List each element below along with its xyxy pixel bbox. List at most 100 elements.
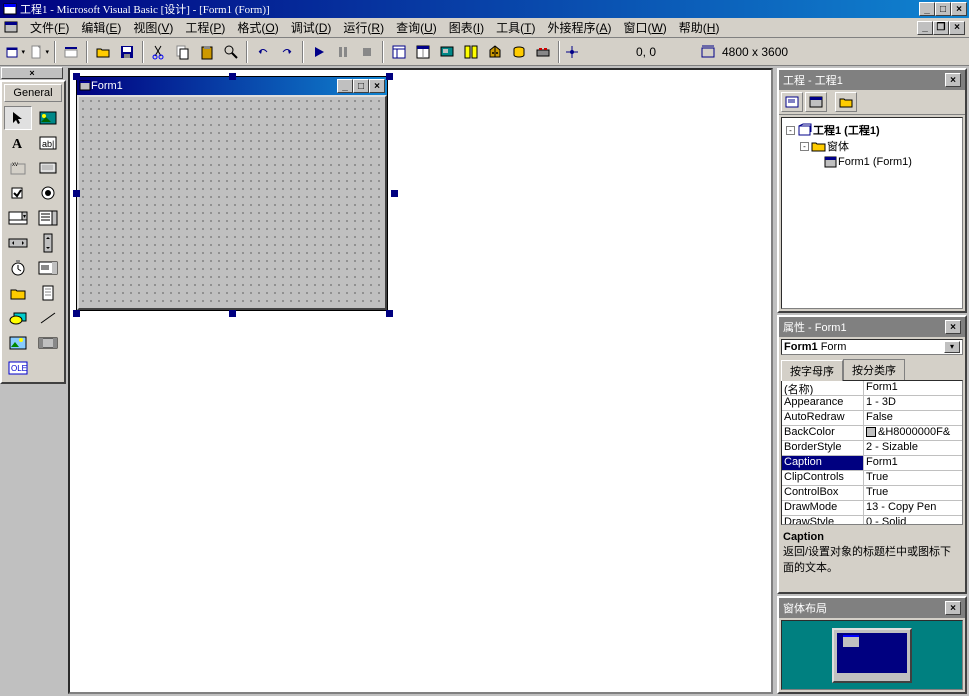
menu-w[interactable]: 窗口(W) — [617, 19, 672, 37]
menu-i[interactable]: 图表(I) — [443, 19, 490, 37]
property-grid[interactable]: (名称)Form1Appearance1 - 3DAutoRedrawFalse… — [781, 380, 963, 525]
optionbutton-tool[interactable] — [34, 181, 62, 205]
property-value[interactable]: 13 - Copy Pen — [864, 501, 962, 515]
vscrollbar-tool[interactable] — [34, 231, 62, 255]
break-button[interactable] — [332, 41, 354, 63]
cut-button[interactable] — [148, 41, 170, 63]
menu-t[interactable]: 工具(T) — [490, 19, 541, 37]
filelistbox-tool[interactable] — [34, 281, 62, 305]
property-row[interactable]: (名称)Form1 — [782, 381, 962, 396]
frame-tool[interactable]: xv — [4, 156, 32, 180]
tree-node-forms-folder[interactable]: - 窗体 — [786, 138, 958, 154]
resize-handle-ne[interactable] — [386, 73, 393, 80]
form1-window[interactable]: Form1 _ □ × — [76, 76, 388, 311]
paste-button[interactable] — [196, 41, 218, 63]
project-panel-titlebar[interactable]: 工程 - 工程1 × — [779, 70, 965, 90]
label-tool[interactable]: A — [4, 131, 32, 155]
combobox-tool[interactable] — [4, 206, 32, 230]
picturebox-tool[interactable] — [34, 106, 62, 130]
commandbutton-tool[interactable] — [34, 156, 62, 180]
property-value[interactable]: True — [864, 471, 962, 485]
menu-p[interactable]: 工程(P) — [179, 19, 231, 37]
form-minimize-button[interactable]: _ — [337, 79, 353, 93]
component-manager-button[interactable] — [532, 41, 554, 63]
undo-button[interactable] — [252, 41, 274, 63]
property-row[interactable]: AutoRedrawFalse — [782, 411, 962, 426]
find-button[interactable] — [220, 41, 242, 63]
form-layout-button[interactable] — [436, 41, 458, 63]
resize-handle-sw[interactable] — [73, 310, 80, 317]
add-project-button[interactable]: ▾ — [4, 41, 26, 63]
resize-handle-s[interactable] — [229, 310, 236, 317]
property-row[interactable]: ControlBoxTrue — [782, 486, 962, 501]
form-maximize-button[interactable]: □ — [353, 79, 369, 93]
add-item-button[interactable]: ▾ — [28, 41, 50, 63]
toolbox-button[interactable] — [484, 41, 506, 63]
menu-d[interactable]: 调试(D) — [285, 19, 338, 37]
property-value[interactable]: &H8000000F& — [864, 426, 962, 440]
mini-form[interactable] — [843, 635, 859, 647]
resize-handle-se[interactable] — [386, 310, 393, 317]
tree-node-project[interactable]: - 工程1 (工程1) — [786, 122, 958, 138]
property-row[interactable]: ClipControlsTrue — [782, 471, 962, 486]
listbox-tool[interactable] — [34, 206, 62, 230]
end-button[interactable] — [356, 41, 378, 63]
menu-a[interactable]: 外接程序(A) — [541, 19, 617, 37]
properties-window-button[interactable] — [412, 41, 434, 63]
mdi-close-button[interactable]: × — [949, 21, 965, 35]
form-close-button[interactable]: × — [369, 79, 385, 93]
property-value[interactable]: Form1 — [864, 456, 962, 470]
menu-o[interactable]: 格式(O) — [231, 19, 284, 37]
property-row[interactable]: BackColor&H8000000F& — [782, 426, 962, 441]
form-designer[interactable]: Form1 _ □ × — [68, 68, 773, 694]
menu-v[interactable]: 视图(V) — [127, 19, 179, 37]
copy-button[interactable] — [172, 41, 194, 63]
view-object-button[interactable] — [805, 92, 827, 112]
resize-handle-n[interactable] — [229, 73, 236, 80]
timer-tool[interactable] — [4, 256, 32, 280]
menu-r[interactable]: 运行(R) — [337, 19, 390, 37]
open-button[interactable] — [92, 41, 114, 63]
property-row[interactable]: DrawStyle0 - Solid — [782, 516, 962, 525]
start-button[interactable] — [308, 41, 330, 63]
layout-panel-close-button[interactable]: × — [945, 601, 961, 615]
tab-alphabetic[interactable]: 按字母序 — [781, 360, 843, 381]
property-row[interactable]: BorderStyle2 - Sizable — [782, 441, 962, 456]
shape-tool[interactable] — [4, 306, 32, 330]
property-value[interactable]: False — [864, 411, 962, 425]
data-view-button[interactable] — [508, 41, 530, 63]
ole-tool[interactable]: OLE — [4, 356, 32, 380]
line-tool[interactable] — [34, 306, 62, 330]
menu-editor-button[interactable] — [60, 41, 82, 63]
resize-handle-w[interactable] — [73, 190, 80, 197]
toggle-folders-button[interactable] — [835, 92, 857, 112]
property-row[interactable]: CaptionForm1 — [782, 456, 962, 471]
mdi-form-icon[interactable] — [4, 20, 20, 36]
menu-e[interactable]: 编辑(E) — [75, 19, 127, 37]
image-tool[interactable] — [4, 331, 32, 355]
layout-preview[interactable] — [781, 620, 963, 690]
view-code-button[interactable] — [781, 92, 803, 112]
close-button[interactable]: × — [951, 2, 967, 16]
maximize-button[interactable]: □ — [935, 2, 951, 16]
save-button[interactable] — [116, 41, 138, 63]
properties-panel-close-button[interactable]: × — [945, 320, 961, 334]
project-panel-close-button[interactable]: × — [945, 73, 961, 87]
property-row[interactable]: DrawMode13 - Copy Pen — [782, 501, 962, 516]
toolbox-close-button[interactable]: × — [1, 67, 63, 79]
property-value[interactable]: 2 - Sizable — [864, 441, 962, 455]
resize-handle-e[interactable] — [391, 190, 398, 197]
property-value[interactable]: 0 - Solid — [864, 516, 962, 525]
redo-button[interactable] — [276, 41, 298, 63]
property-value[interactable]: 1 - 3D — [864, 396, 962, 410]
tab-categorized[interactable]: 按分类序 — [843, 359, 905, 380]
tree-node-form1[interactable]: Form1 (Form1) — [786, 154, 958, 170]
mdi-minimize-button[interactable]: _ — [917, 21, 933, 35]
hscrollbar-tool[interactable] — [4, 231, 32, 255]
form1-client[interactable] — [77, 95, 387, 310]
properties-panel-titlebar[interactable]: 属性 - Form1 × — [779, 317, 965, 337]
drivelistbox-tool[interactable] — [34, 256, 62, 280]
project-explorer-button[interactable] — [388, 41, 410, 63]
checkbox-tool[interactable] — [4, 181, 32, 205]
object-selector[interactable]: Form1 Form ▾ — [781, 339, 963, 355]
